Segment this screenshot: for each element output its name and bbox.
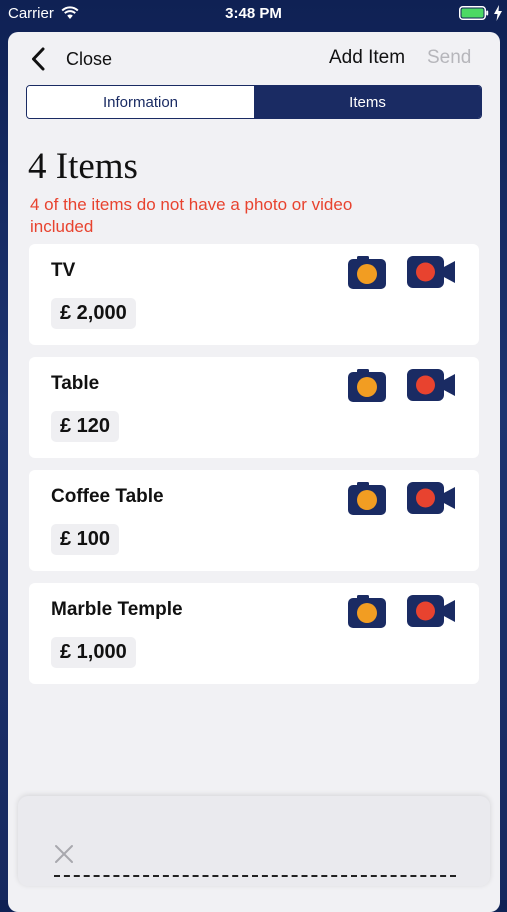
camera-icon[interactable] <box>348 481 386 515</box>
tab-items[interactable]: Items <box>254 86 481 118</box>
bottom-sheet <box>18 796 490 886</box>
camera-icon[interactable] <box>348 255 386 289</box>
items-count-title: 4 Items <box>28 146 138 187</box>
item-name: Coffee Table <box>51 486 164 507</box>
signature-line <box>54 875 456 877</box>
item-name: Table <box>51 373 100 394</box>
video-camera-icon[interactable] <box>407 482 455 514</box>
item-name: TV <box>51 260 76 281</box>
segmented-control: Information Items <box>26 85 482 119</box>
item-card[interactable]: Marble Temple £ 1,000 <box>29 583 479 684</box>
item-card[interactable]: Coffee Table £ 100 <box>29 470 479 571</box>
video-camera-icon[interactable] <box>407 369 455 401</box>
item-price: £ 2,000 <box>51 298 136 329</box>
video-camera-icon[interactable] <box>407 595 455 627</box>
tab-information[interactable]: Information <box>27 86 254 118</box>
item-price: £ 120 <box>51 411 120 442</box>
item-card[interactable]: TV £ 2,000 <box>29 244 479 345</box>
item-card[interactable]: Table £ 120 <box>29 357 479 458</box>
status-bar: Carrier 3:48 PM <box>0 0 507 30</box>
item-price: £ 100 <box>51 524 120 555</box>
battery-icon <box>459 6 489 20</box>
item-name: Marble Temple <box>51 599 183 620</box>
send-button[interactable]: Send <box>427 47 471 69</box>
camera-icon[interactable] <box>348 368 386 402</box>
navigation-bar: Close Add Item Send <box>8 32 500 86</box>
chevron-left-icon[interactable] <box>30 46 46 72</box>
missing-media-warning: 4 of the items do not have a photo or vi… <box>30 195 353 236</box>
close-button[interactable]: Close <box>66 49 112 70</box>
item-price: £ 1,000 <box>51 637 136 668</box>
add-item-button[interactable]: Add Item <box>329 47 405 69</box>
item-sheet: Close Add Item Send Information Items 4 … <box>8 32 500 912</box>
camera-icon[interactable] <box>348 594 386 628</box>
charging-bolt-icon <box>494 5 502 21</box>
item-list: TV £ 2,000 Table £ 120 Coffee Table £ 10… <box>29 244 479 696</box>
close-icon[interactable] <box>54 844 74 864</box>
video-camera-icon[interactable] <box>407 256 455 288</box>
status-time: 3:48 PM <box>225 5 282 22</box>
